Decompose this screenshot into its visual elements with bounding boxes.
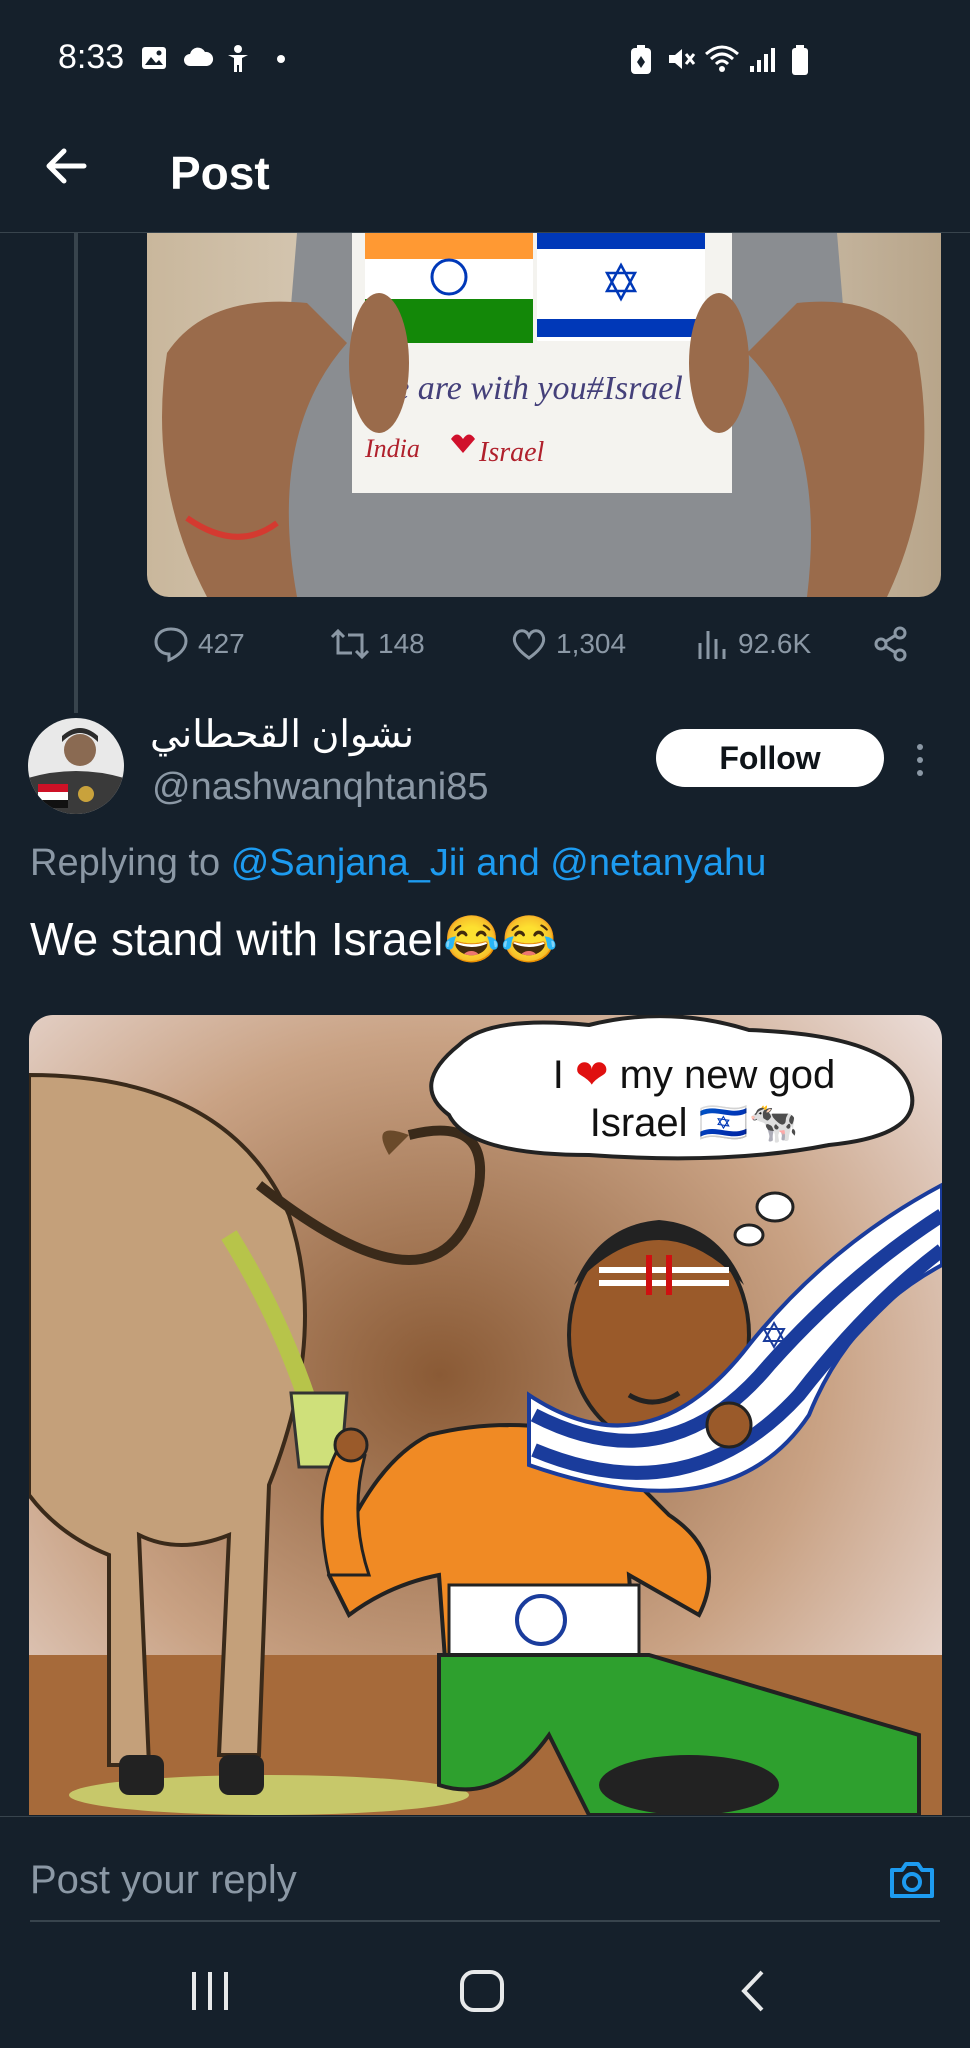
post-text: We stand with Israel😂😂 (30, 913, 558, 965)
status-time: 8:33 (58, 38, 125, 76)
more-options-icon[interactable] (908, 740, 932, 780)
svg-text:India: India (364, 434, 420, 463)
signal-icon (750, 48, 775, 72)
follow-button[interactable]: Follow (656, 729, 884, 787)
home-icon[interactable] (452, 1966, 512, 2016)
svg-text:We are with you#Israel: We are with you#Israel (369, 370, 683, 407)
repost-action[interactable]: 148 (330, 622, 425, 666)
repost-count: 148 (378, 628, 425, 659)
reply-icon (154, 627, 188, 663)
reply-input[interactable] (30, 1852, 850, 1908)
like-action[interactable]: 1,304 (510, 622, 626, 666)
meme-bubble-line2: Israel 🇮🇱🐄 (589, 1101, 799, 1145)
dot-icon (277, 55, 285, 63)
status-bar: 8:33 (0, 0, 970, 100)
share-action[interactable] (872, 622, 910, 666)
views-action[interactable]: 92.6K (696, 622, 811, 666)
reply-post-image[interactable]: I ❤ my new god Israel 🇮🇱🐄 (29, 1015, 942, 1815)
reply-action[interactable]: 427 (152, 622, 245, 666)
parent-post-image[interactable]: We are with you#Israel India Israel (147, 233, 941, 597)
mute-icon (669, 49, 696, 69)
replying-to-mentions[interactable]: @Sanjana_Jii and @netanyahu (231, 842, 767, 884)
svg-text:Israel: Israel (478, 437, 545, 468)
replying-to-line: Replying to @Sanjana_Jii and @netanyahu (30, 842, 766, 885)
back-icon[interactable] (724, 1966, 784, 2016)
replying-prefix: Replying to (30, 842, 221, 884)
composer-divider (30, 1920, 940, 1922)
heart-icon (512, 629, 546, 660)
recents-icon[interactable] (180, 1966, 240, 2016)
share-icon (874, 626, 907, 662)
wifi-icon (705, 45, 739, 72)
camera-icon[interactable] (888, 1856, 936, 1904)
page-title: Post (170, 147, 270, 199)
cloud-icon (184, 47, 214, 66)
back-arrow-icon[interactable] (40, 140, 92, 192)
thread-connector (74, 233, 78, 713)
reply-count: 427 (198, 628, 245, 659)
gallery-icon (142, 47, 166, 69)
views-chart-icon (698, 631, 726, 659)
meme-bubble-text: I ❤ my new god Israel 🇮🇱🐄 (499, 1051, 889, 1147)
views-count: 92.6K (738, 628, 812, 659)
repost-icon (330, 628, 370, 660)
display-name[interactable]: نشوان القحطاني (150, 712, 414, 757)
accessibility-icon (228, 45, 248, 72)
avatar[interactable] (28, 718, 124, 814)
user-handle[interactable]: @nashwanqhtani85 (152, 766, 489, 809)
header (0, 100, 970, 233)
like-count: 1,304 (556, 628, 627, 659)
red-heart-icon: ❤ (574, 1053, 609, 1097)
battery-saver-icon (631, 45, 651, 74)
battery-icon (792, 45, 808, 75)
meme-bubble-line1: I ❤ my new god (552, 1053, 836, 1097)
